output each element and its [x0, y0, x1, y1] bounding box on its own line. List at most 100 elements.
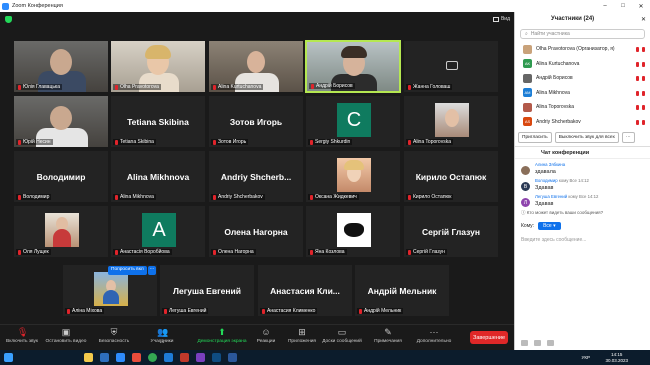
- participant-row[interactable]: AK Alina Kurtuchanova: [515, 57, 650, 72]
- chat-sender: Алина Зябкина: [535, 162, 566, 167]
- powerpoint-icon[interactable]: [180, 353, 189, 362]
- apps-button[interactable]: ⊞ Приложения: [280, 327, 324, 344]
- chat-recipient-row: Кому: Все ▾: [515, 219, 650, 233]
- avatar: [521, 166, 530, 175]
- video-tile[interactable]: Яна Козлова: [305, 205, 401, 258]
- video-off-icon: [446, 61, 458, 70]
- profile-photo: [337, 213, 371, 247]
- video-tile[interactable]: Легуша Евгений Легуша Евгений: [159, 264, 255, 317]
- mail-icon[interactable]: [100, 353, 109, 362]
- language-indicator[interactable]: УКР: [582, 355, 590, 360]
- video-tile[interactable]: Оксана Жидкевич: [305, 150, 401, 203]
- recipient-select[interactable]: Все ▾: [538, 222, 561, 230]
- tile-name-label: Юлія Главацька: [16, 84, 63, 90]
- reactions-icon: ☺: [261, 327, 271, 337]
- muted-mic-icon: [213, 139, 216, 145]
- telegram-icon[interactable]: [164, 353, 173, 362]
- emoji-icon[interactable]: [547, 340, 554, 346]
- tile-name-label: Alina Mikhnova: [113, 194, 156, 200]
- windows-start-icon[interactable]: [4, 353, 13, 362]
- share-screen-icon: ⬆: [218, 327, 226, 337]
- video-tile[interactable]: Olha Pravotorova: [110, 40, 206, 93]
- whiteboards-button[interactable]: ▭ Доски сообщений: [320, 327, 364, 344]
- video-tile[interactable]: Кирило Остапюк Кирило Остапюк: [403, 150, 499, 203]
- end-meeting-button[interactable]: Завершение: [470, 331, 508, 344]
- video-off-icon: [642, 105, 645, 110]
- video-tile[interactable]: Зотов Игорь Зотов Игорь: [208, 95, 304, 148]
- participant-row[interactable]: Olha Pravotorova (Организатор, я): [515, 42, 650, 57]
- video-tile[interactable]: Жанна Головаш: [403, 40, 499, 93]
- video-tile[interactable]: Анастасия Кли... Анастасия Клименко: [257, 264, 353, 317]
- video-tile[interactable]: Alina Toporovska: [403, 95, 499, 148]
- zoom-app-icon[interactable]: [116, 353, 125, 362]
- participant-name: Alina Kurtuchanova: [536, 60, 580, 67]
- participant-list: Olha Pravotorova (Организатор, я) AK Alina…: [515, 42, 650, 129]
- minimize-icon[interactable]: –: [596, 3, 614, 10]
- muted-mic-icon: [115, 84, 118, 90]
- video-tile[interactable]: Юрій Несин: [13, 95, 109, 148]
- more-options-icon[interactable]: ···: [148, 266, 156, 275]
- search-icon: ⌕: [525, 31, 528, 37]
- participant-row[interactable]: AM Alina Mikhnova: [515, 86, 650, 101]
- clock[interactable]: 14:15 30.03.2023: [605, 352, 628, 363]
- chat-timestamp: кому Все 14:12: [568, 194, 599, 199]
- video-tile[interactable]: Tetiana Skibina Tetiana Skibina: [110, 95, 206, 148]
- chat-message: Л Легуша Евгений кому Все 14:12 Здавав: [515, 194, 650, 207]
- photoshop-icon[interactable]: [212, 353, 221, 362]
- invite-button[interactable]: Пригласить: [518, 132, 552, 143]
- chrome-icon[interactable]: [148, 353, 157, 362]
- security-button[interactable]: ⛨ Безопасность: [92, 327, 136, 344]
- view-button[interactable]: Вид: [492, 16, 510, 22]
- participant-row[interactable]: Андрій Борисов: [515, 71, 650, 86]
- more-button[interactable]: ··· Дополнительно: [412, 327, 456, 344]
- ask-to-unmute-button[interactable]: Попросить вкл: [108, 266, 147, 275]
- file-explorer-icon[interactable]: [84, 353, 93, 362]
- unmute-button[interactable]: 🎙 Включить звук: [0, 327, 44, 344]
- chat-message-input[interactable]: Введите здесь сообщение...: [515, 233, 650, 247]
- stop-video-button[interactable]: ▣ Остановить видео: [44, 327, 88, 344]
- video-tile-active-speaker[interactable]: Андрій Борисов: [305, 40, 401, 93]
- participant-row[interactable]: Alina Toporovska: [515, 100, 650, 115]
- word-icon[interactable]: [228, 353, 237, 362]
- muted-mic-icon: [115, 139, 118, 145]
- chat-message: B Володимир кому Все 14:12 Здавав: [515, 178, 650, 191]
- participants-button[interactable]: 👥24 Участники: [140, 327, 184, 344]
- share-screen-button[interactable]: ⬆ Демонстрация экрана: [192, 327, 252, 344]
- profile-photo: [337, 158, 371, 192]
- muted-mic-icon: [213, 249, 216, 255]
- video-off-icon: [642, 47, 645, 52]
- notes-button[interactable]: ✎ Примечания: [366, 327, 410, 344]
- file-icon[interactable]: [521, 340, 528, 346]
- close-icon[interactable]: ✕: [632, 3, 650, 10]
- muted-mic-icon: [115, 194, 118, 200]
- screenshot-icon[interactable]: [534, 340, 541, 346]
- muted-mic-icon: [408, 139, 411, 145]
- apps-icon: ⊞: [298, 327, 306, 337]
- opera-icon[interactable]: [132, 353, 141, 362]
- mute-all-button[interactable]: Выключить звук для всех: [554, 132, 619, 143]
- participant-row[interactable]: AS Andriy Shcherbakov: [515, 115, 650, 130]
- participant-name: Alina Mikhnova: [536, 89, 570, 96]
- participant-search-input[interactable]: ⌕ Найти участника: [520, 29, 645, 39]
- maximize-icon[interactable]: □: [614, 3, 632, 10]
- muted-mic-icon: [636, 61, 639, 67]
- encryption-shield-icon[interactable]: [5, 16, 12, 23]
- video-tile[interactable]: Alina Kurtuchanova: [208, 40, 304, 93]
- viber-icon[interactable]: [196, 353, 205, 362]
- video-tile[interactable]: C Sergiy Shkurdin: [305, 95, 401, 148]
- video-tile[interactable]: Олена Нагорна Олена Нагорна: [208, 205, 304, 258]
- video-tile[interactable]: Alina Mikhnova Alina Mikhnova: [110, 150, 206, 203]
- video-tile[interactable]: A Анастасія Воробйова: [110, 205, 206, 258]
- tile-name-label: Андрій Борисов: [309, 83, 355, 89]
- muted-mic-icon: [310, 194, 313, 200]
- video-tile[interactable]: Володимир Володимир: [13, 150, 109, 203]
- video-tile[interactable]: Andriy Shcherb... Andriy Shcherbakov: [208, 150, 304, 203]
- video-tile[interactable]: Юлія Главацька: [13, 40, 109, 93]
- side-panel: Участники (24) ✕ ⌕ Найти участника Olha P…: [514, 12, 650, 350]
- video-tile[interactable]: Андрій Мельник Андрій Мельник: [354, 264, 450, 317]
- video-tile[interactable]: Оля Лущек: [13, 205, 109, 258]
- close-panel-icon[interactable]: ✕: [641, 16, 646, 23]
- chat-visibility-hint[interactable]: ⓘ Кто может видеть ваши сообщения?: [515, 207, 650, 219]
- video-tile[interactable]: Сергій Глазун Сергій Глазун: [403, 205, 499, 258]
- more-participant-options-button[interactable]: ···: [621, 132, 635, 143]
